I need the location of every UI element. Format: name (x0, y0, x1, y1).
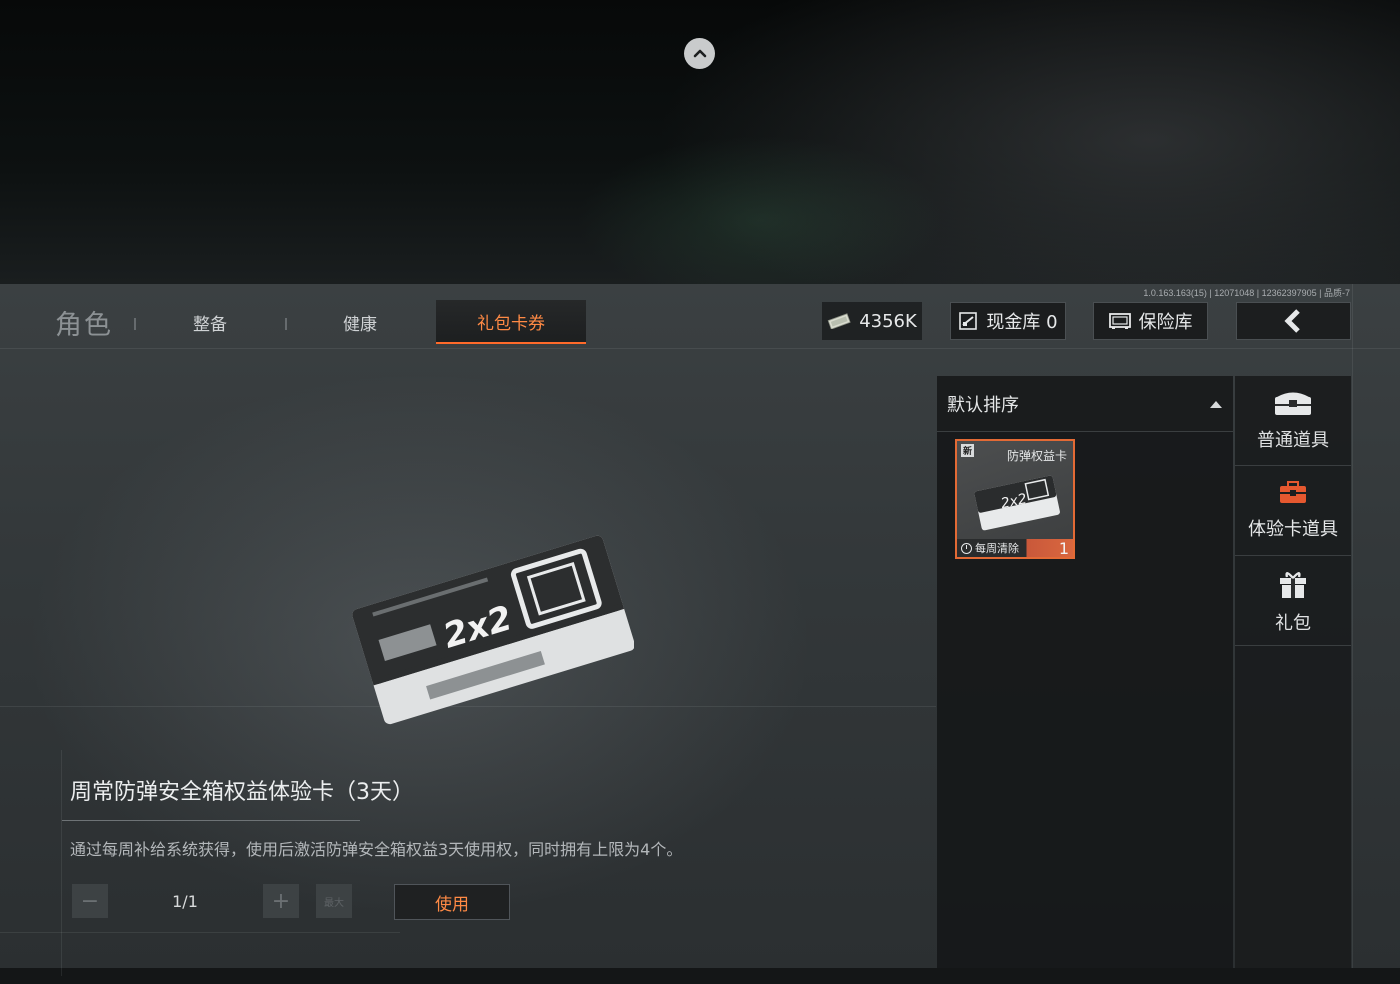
weekly-clear-tag: 每周清除 (961, 540, 1019, 556)
collapse-button[interactable] (684, 38, 715, 69)
card-case-icon (1280, 480, 1306, 503)
sort-label: 默认排序 (947, 394, 1019, 416)
divider (61, 750, 62, 976)
money-display: 4356K (822, 302, 922, 340)
item-preview-image: 2x2 (352, 535, 634, 725)
gift-icon (1280, 571, 1306, 598)
panel-footer (0, 968, 1400, 984)
item-description: 通过每周补给系统获得，使用后激活防弹安全箱权益3天使用权，同时拥有上限为4个。 (70, 840, 683, 859)
title-underline (62, 820, 360, 821)
category-label: 体验卡道具 (1248, 518, 1338, 540)
safe-label: 保险库 (1138, 312, 1193, 333)
category-gift-packs[interactable]: 礼包 (1235, 556, 1351, 646)
divider (0, 932, 400, 933)
item-footer: 每周清除 1 (957, 539, 1073, 557)
tab-equipment[interactable]: 整备 (150, 300, 270, 344)
decrease-button[interactable]: − (72, 884, 108, 918)
increase-button[interactable]: + (263, 884, 299, 918)
tab-separator (285, 318, 287, 330)
quantity-field: 1/1 (172, 891, 198, 911)
money-value: 4356K (859, 310, 917, 332)
version-text: 1.0.163.163(15) | 12071048 | 12362397905… (1143, 288, 1350, 298)
max-button[interactable]: 最大 (316, 884, 352, 918)
new-badge: 新 (961, 444, 975, 457)
tab-gift-cards[interactable]: 礼包卡券 (436, 300, 586, 344)
sort-dropdown[interactable]: 默认排序 (937, 376, 1233, 432)
safe-button[interactable]: 保险库 (1093, 302, 1208, 340)
back-button[interactable] (1236, 302, 1351, 340)
item-title: 周常防弹安全箱权益体验卡（3天） (70, 780, 414, 805)
chest-icon (1275, 392, 1311, 415)
weekly-clear-label: 每周清除 (975, 542, 1019, 555)
category-normal-items[interactable]: 普通道具 (1235, 376, 1351, 466)
category-trial-cards[interactable]: 体验卡道具 (1235, 466, 1351, 556)
item-quantity: 1 (1058, 538, 1069, 558)
cash-vault-label: 现金库 0 (986, 312, 1058, 333)
safe-icon (1108, 313, 1131, 329)
tab-character[interactable]: 角色 (44, 300, 124, 344)
cash-vault-icon (959, 312, 978, 330)
banknote-icon (827, 313, 851, 329)
item-card-bulletproof-card[interactable]: 新 防弹权益卡 2x2 每周清除 1 (955, 439, 1075, 559)
chevron-up-icon (693, 49, 706, 57)
divider (1352, 284, 1353, 968)
category-label: 礼包 (1275, 612, 1311, 634)
caret-up-icon (1210, 400, 1222, 408)
use-button[interactable]: 使用 (394, 884, 510, 920)
cash-vault-button[interactable]: 现金库 0 (950, 302, 1066, 340)
tab-health[interactable]: 健康 (300, 300, 420, 344)
divider (0, 348, 1400, 349)
chevron-left-icon (1283, 309, 1300, 333)
item-thumbnail: 2x2 (974, 475, 1060, 531)
category-label: 普通道具 (1257, 429, 1329, 451)
tab-separator (134, 318, 136, 330)
clock-icon (961, 542, 972, 554)
item-name: 防弹权益卡 (1006, 449, 1067, 463)
